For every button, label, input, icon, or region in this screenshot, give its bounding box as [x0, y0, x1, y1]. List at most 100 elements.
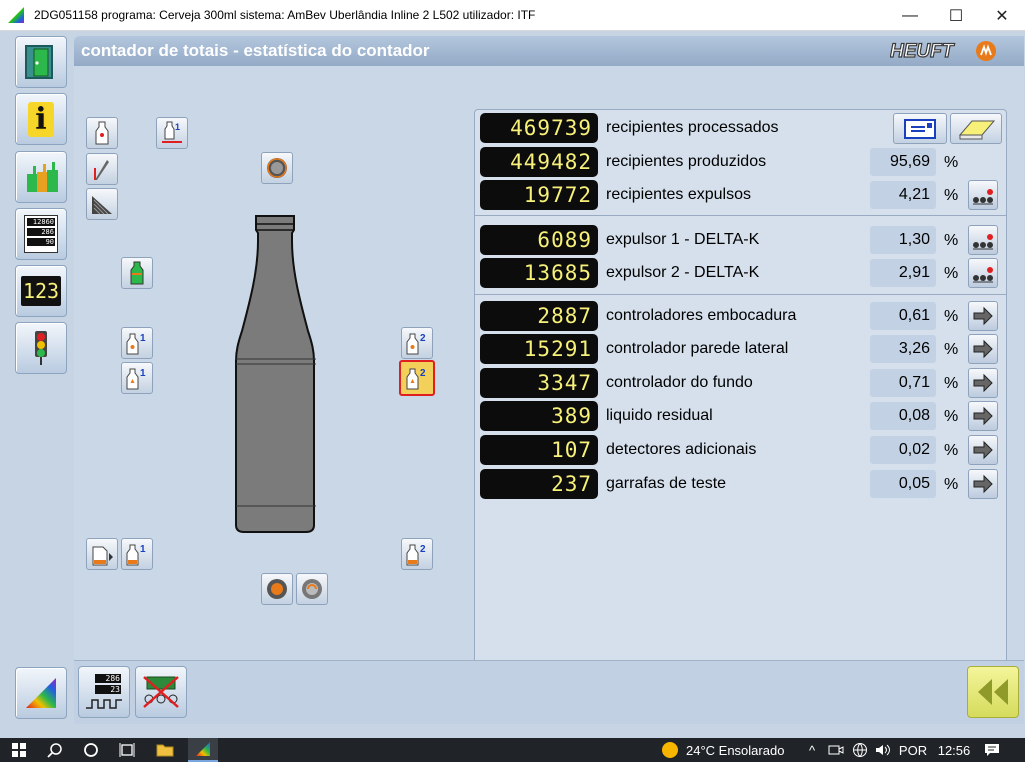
- base-inspection-button[interactable]: [86, 188, 118, 220]
- conveyor-disabled-button[interactable]: [135, 666, 187, 718]
- counter-label: liquido residual: [606, 407, 713, 424]
- counter-label: controlador parede lateral: [606, 340, 789, 357]
- weather-button[interactable]: [658, 738, 682, 762]
- close-button[interactable]: ✕: [979, 0, 1025, 31]
- color-settings-button[interactable]: [15, 667, 67, 719]
- rejector-1-detail-button[interactable]: [968, 225, 998, 255]
- rejector-1-verify-button[interactable]: 1: [121, 538, 153, 570]
- file-explorer-button[interactable]: [152, 738, 178, 762]
- heuft-app-taskbar-button[interactable]: [188, 738, 218, 762]
- percent-value: 0,05: [870, 470, 936, 498]
- bottle-residue-icon: [92, 546, 113, 566]
- detail-arrow-button[interactable]: [968, 401, 998, 431]
- tray-volume-button[interactable]: [873, 738, 893, 762]
- digital-counter-button[interactable]: 123: [15, 265, 67, 317]
- percent-sign: %: [944, 187, 959, 204]
- app-window: i 12860 286 90 123 contador de totais - …: [0, 31, 1025, 738]
- counter-label: detectores adicionais: [606, 441, 757, 458]
- mouth-inspection-button[interactable]: [86, 117, 118, 149]
- detail-arrow-button[interactable]: [968, 469, 998, 499]
- base-camera-alt-button[interactable]: [296, 573, 328, 605]
- detail-arrow-button[interactable]: [968, 301, 998, 331]
- main-content: 1 1 1 2 2 1 2 469739 recipientes process…: [74, 66, 1024, 724]
- maximize-button[interactable]: ☐: [933, 0, 979, 31]
- rejector-2-detail-button[interactable]: [968, 258, 998, 288]
- rejector-2-selected-button[interactable]: 2: [399, 360, 435, 396]
- lens-inspection-button[interactable]: [261, 152, 293, 184]
- filled-bottle-icon: [130, 261, 144, 285]
- window-title-bar: 2DG051158 programa: Cerveja 300ml sistem…: [0, 0, 1025, 31]
- base-camera-button[interactable]: [261, 573, 293, 605]
- sidewall-button[interactable]: [86, 153, 118, 185]
- bottle-rejector-2-icon: 2: [406, 333, 426, 355]
- info-button[interactable]: i: [15, 93, 67, 145]
- fill-level-button[interactable]: [121, 257, 153, 289]
- back-button[interactable]: [967, 666, 1019, 718]
- bottle-rejector-1-icon: 1: [126, 333, 146, 355]
- search-icon: [47, 743, 62, 758]
- tray-network-button[interactable]: [850, 738, 870, 762]
- arrow-right-icon: [973, 474, 993, 494]
- detail-arrow-button[interactable]: [968, 334, 998, 364]
- conveyor-bottle-button[interactable]: 1: [156, 117, 188, 149]
- print-report-button[interactable]: [893, 113, 947, 144]
- tray-meet-button[interactable]: [826, 738, 846, 762]
- folder-icon: [156, 744, 174, 757]
- counter-display-button[interactable]: 12860 286 90: [15, 208, 67, 260]
- bottle-types-button[interactable]: [15, 151, 67, 203]
- counter-signal-button[interactable]: 286 23: [78, 666, 130, 718]
- task-view-button[interactable]: [114, 738, 140, 762]
- bottle-inspection-panel: 1 1 1 2 2 1 2: [74, 66, 466, 654]
- svg-text:1: 1: [140, 333, 146, 344]
- start-button[interactable]: [6, 738, 32, 762]
- bottle-verify-1-icon: 1: [126, 544, 146, 566]
- list-item: 237 garrafas de teste 0,05 %: [480, 469, 1000, 499]
- list-item: 15291 controlador parede lateral 3,26 %: [480, 334, 1000, 364]
- percent-value: 0,02: [870, 436, 936, 464]
- percent-value: 4,21: [870, 181, 936, 209]
- rejector-1-bottom-button[interactable]: 1: [121, 362, 153, 394]
- notifications-button[interactable]: [982, 738, 1002, 762]
- counter-statistics-panel: 469739 recipientes processados 449482 re…: [474, 109, 1007, 686]
- rejector-2-verify-button[interactable]: 2: [401, 538, 433, 570]
- bottles-icon: [27, 162, 58, 192]
- svg-text:HEUFT: HEUFT: [890, 41, 955, 62]
- counter-label: recipientes expulsos: [606, 186, 751, 203]
- tray-clock[interactable]: 12:56: [934, 738, 974, 762]
- signal-light-button[interactable]: [15, 322, 67, 374]
- bottle-rejector-2-alt-icon: 2: [406, 368, 426, 390]
- bottle-rejector-1-alt-icon: 1: [126, 368, 146, 390]
- percent-value: 95,69: [870, 148, 936, 176]
- counter-label: recipientes produzidos: [606, 153, 767, 170]
- double-chevron-left-icon: [978, 679, 1008, 705]
- cortana-button[interactable]: [78, 738, 104, 762]
- lcd-counter: 15291: [480, 334, 598, 364]
- arrow-right-icon: [973, 440, 993, 460]
- exit-button[interactable]: [15, 36, 67, 88]
- percent-sign: %: [944, 154, 959, 171]
- list-item: 2887 controladores embocadura 0,61 %: [480, 301, 1000, 331]
- list-item: 19772 recipientes expulsos 4,21 %: [480, 180, 1000, 210]
- tray-language[interactable]: POR: [897, 738, 929, 762]
- detail-arrow-button[interactable]: [968, 368, 998, 398]
- rejector-icon: [973, 267, 993, 283]
- reset-counters-button[interactable]: [950, 113, 1002, 144]
- lcd-counter: 3347: [480, 368, 598, 398]
- sidebar: i 12860 286 90 123: [10, 31, 72, 738]
- svg-text:1: 1: [175, 122, 180, 132]
- search-button[interactable]: [42, 738, 68, 762]
- counter-label: controladores embocadura: [606, 307, 797, 324]
- percent-sign: %: [944, 232, 959, 249]
- bottom-toolbar: 286 23: [74, 660, 1024, 724]
- tray-chevron-button[interactable]: ^: [803, 738, 821, 762]
- residual-liquid-button[interactable]: [86, 538, 118, 570]
- svg-text:2: 2: [420, 544, 426, 555]
- rejector-1-top-button[interactable]: 1: [121, 327, 153, 359]
- counter-label: garrafas de teste: [606, 475, 727, 492]
- rejector-detail-button[interactable]: [968, 180, 998, 210]
- rejector-2-top-button[interactable]: 2: [401, 327, 433, 359]
- weather-text[interactable]: 24°C Ensolarado: [686, 738, 801, 762]
- rejector-icon: [973, 189, 993, 205]
- minimize-button[interactable]: —: [887, 0, 933, 31]
- detail-arrow-button[interactable]: [968, 435, 998, 465]
